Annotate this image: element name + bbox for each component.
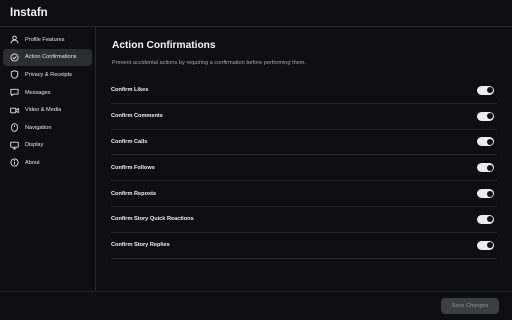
setting-label: Confirm Story Replies: [111, 242, 170, 249]
confirm-comments-toggle[interactable]: [477, 111, 494, 121]
sidebar-item-label: Profile Features: [25, 36, 65, 43]
confirm-reposts-toggle[interactable]: [477, 189, 494, 199]
user-icon: [9, 35, 19, 45]
toggle-knob: [486, 138, 493, 145]
setting-label: Confirm Likes: [111, 87, 149, 94]
setting-confirm-comments: Confirm Comments: [111, 104, 497, 130]
sidebar: Profile Features Action Confirmations Pr…: [0, 27, 96, 291]
video-icon: [9, 105, 19, 115]
setting-label: Confirm Reposts: [111, 190, 157, 197]
shield-icon: [9, 70, 19, 80]
sidebar-item-label: Navigation: [25, 124, 52, 131]
settings-list: Confirm Likes Confirm Comments Confirm C…: [111, 78, 497, 259]
setting-confirm-likes: Confirm Likes: [111, 78, 497, 104]
app-title: Instafn: [10, 7, 48, 19]
setting-label: Confirm Comments: [111, 113, 163, 120]
setting-confirm-reposts: Confirm Reposts: [111, 181, 497, 207]
confirm-story-replies-toggle[interactable]: [477, 240, 494, 250]
sidebar-item-label: Messages: [25, 89, 51, 96]
sidebar-item-label: Video & Media: [25, 107, 62, 114]
settings-panel: Action Confirmations Prevent accidental …: [97, 27, 512, 291]
sidebar-item-label: Privacy & Receipts: [25, 71, 72, 78]
setting-label: Confirm Follows: [111, 164, 155, 171]
sidebar-item-label: Action Confirmations: [25, 54, 77, 61]
sidebar-item-profile-features[interactable]: Profile Features: [3, 31, 92, 49]
confirm-calls-toggle[interactable]: [477, 137, 494, 147]
setting-confirm-follows: Confirm Follows: [111, 155, 497, 182]
toggle-knob: [486, 242, 493, 249]
sidebar-item-label: Display: [25, 142, 44, 149]
info-icon: [9, 158, 19, 168]
setting-label: Confirm Story Quick Reactions: [111, 216, 194, 223]
check-circle-icon: [9, 52, 19, 62]
confirm-likes-toggle[interactable]: [477, 85, 494, 95]
page-title: Action Confirmations: [112, 40, 216, 51]
sidebar-item-navigation[interactable]: Navigation: [3, 119, 92, 137]
sidebar-item-messages[interactable]: Messages: [3, 84, 92, 102]
sidebar-item-label: About: [25, 159, 40, 166]
settings-window: Instafn Profile Features Action Confirma…: [0, 0, 512, 320]
title-bar: Instafn: [0, 0, 512, 27]
toggle-knob: [486, 190, 493, 197]
sidebar-item-display[interactable]: Display: [3, 137, 92, 155]
setting-confirm-story-quick-reactions: Confirm Story Quick Reactions: [111, 207, 497, 233]
confirm-follows-toggle[interactable]: [477, 163, 494, 173]
sidebar-item-privacy-receipts[interactable]: Privacy & Receipts: [3, 66, 92, 84]
setting-label: Confirm Calls: [111, 138, 148, 145]
setting-confirm-calls: Confirm Calls: [111, 130, 497, 156]
toggle-knob: [486, 164, 493, 171]
page-description: Prevent accidental actions by requiring …: [112, 60, 307, 66]
message-icon: [9, 88, 19, 98]
setting-confirm-story-replies: Confirm Story Replies: [111, 233, 497, 259]
save-changes-button[interactable]: Save Changes: [441, 298, 499, 314]
toggle-knob: [486, 87, 493, 94]
monitor-icon: [9, 140, 19, 150]
sidebar-item-video-media[interactable]: Video & Media: [3, 101, 92, 119]
confirm-story-quick-reactions-toggle[interactable]: [477, 214, 494, 224]
toggle-knob: [486, 216, 493, 223]
sidebar-item-about[interactable]: About: [3, 154, 92, 172]
toggle-knob: [486, 113, 493, 120]
sidebar-item-action-confirmations[interactable]: Action Confirmations: [3, 48, 92, 67]
footer-bar: Save Changes: [0, 291, 512, 320]
compass-icon: [9, 123, 19, 133]
